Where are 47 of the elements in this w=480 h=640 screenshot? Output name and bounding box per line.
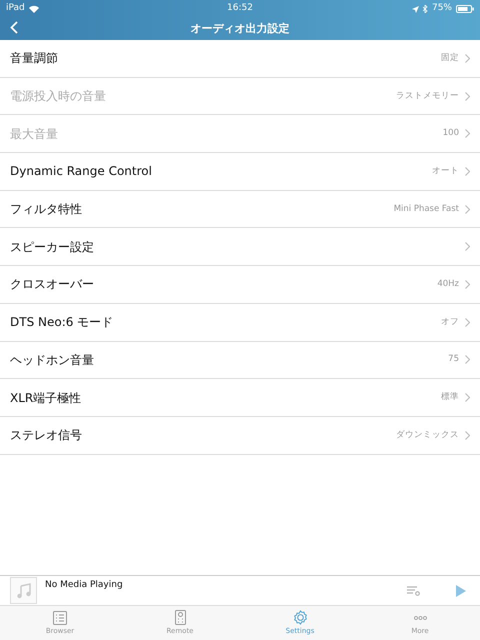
setting-value: オフ (441, 316, 459, 329)
setting-label[interactable]: Dynamic Range Control (10, 162, 152, 180)
bluetooth-icon (422, 5, 428, 13)
chevron-icon (465, 280, 470, 289)
chevron-icon (465, 129, 470, 138)
battery-percentage: 75% (432, 2, 452, 16)
chevron-icon (465, 92, 470, 101)
setting-label[interactable]: ステレオ信号 (10, 426, 82, 444)
settings-icon (292, 610, 308, 625)
remote-icon (174, 610, 186, 625)
back-icon[interactable] (10, 21, 18, 34)
setting-label[interactable]: ヘッドホン音量 (10, 350, 94, 369)
setting-value: オート (432, 165, 459, 178)
setting-value: ラストメモリー (396, 90, 459, 102)
setting-label[interactable]: XLR端子極性 (10, 388, 82, 407)
battery-icon (456, 5, 474, 13)
chevron-icon (465, 430, 470, 440)
wifi-icon (28, 5, 39, 13)
setting-value: ダウンミックス (396, 428, 459, 442)
setting-value: Mini Phase Fast (394, 202, 459, 216)
now-playing-title: No Media Playing (45, 579, 123, 592)
setting-label[interactable]: クロスオーバー (10, 275, 94, 294)
chevron-icon (465, 54, 470, 63)
setting-label[interactable]: スピーカー設定 (10, 238, 94, 256)
play-icon[interactable] (456, 584, 466, 596)
setting-value: 100 (442, 127, 459, 140)
setting-label[interactable]: フィルタ特性 (10, 200, 82, 218)
music-note-icon (16, 582, 30, 598)
chevron-icon (465, 355, 470, 364)
queue-icon[interactable] (407, 586, 420, 596)
chevron-icon (465, 318, 470, 327)
setting-value: 75 (448, 353, 459, 366)
setting-value: 40Hz (437, 278, 459, 291)
clock: 16:52 (227, 2, 253, 16)
more-icon (414, 616, 426, 620)
device-name: iPad (6, 2, 25, 16)
list-icon (53, 610, 67, 624)
setting-value: 標準 (441, 391, 459, 404)
chevron-icon (465, 204, 470, 214)
setting-label[interactable]: DTS Neo:6 モード (10, 313, 114, 332)
chevron-icon (465, 242, 470, 252)
setting-label[interactable]: 音量調節 (10, 49, 58, 68)
location-icon (412, 6, 419, 12)
chevron-icon (465, 166, 470, 176)
setting-value: 固定 (441, 52, 459, 65)
chevron-icon (465, 393, 470, 402)
screen-title: オーディオ出力設定 (190, 20, 290, 37)
